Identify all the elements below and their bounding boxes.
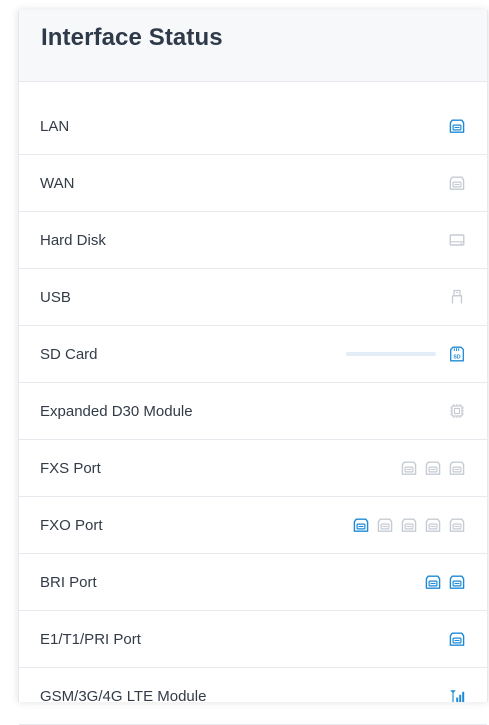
port-icon xyxy=(448,459,466,477)
interface-row: SD Card SD xyxy=(19,326,487,383)
chip-icon xyxy=(448,402,466,420)
interface-label: BRI Port xyxy=(40,573,97,591)
port-icon xyxy=(352,516,370,534)
interface-icons: SD xyxy=(346,345,466,363)
interface-label: USB xyxy=(40,288,71,306)
port-icon xyxy=(448,573,466,591)
svg-text:SD: SD xyxy=(453,354,460,360)
interface-icons xyxy=(400,459,466,477)
sd-card-icon: SD xyxy=(448,345,466,363)
interface-icons xyxy=(424,573,466,591)
interface-icons xyxy=(448,174,466,192)
interface-row: BRI Port xyxy=(19,554,487,611)
interface-icons xyxy=(448,288,466,306)
port-icon xyxy=(376,516,394,534)
interface-status-panel: Interface Status LAN WAN Hard Disk USB S… xyxy=(18,10,488,725)
interface-label: Expanded D30 Module xyxy=(40,402,193,420)
interface-row: GSM/3G/4G LTE Module xyxy=(19,668,487,725)
signal-icon xyxy=(448,687,466,705)
interface-label: FXO Port xyxy=(40,516,103,534)
interface-label: FXS Port xyxy=(40,459,101,477)
port-icon xyxy=(424,516,442,534)
interface-label: E1/T1/PRI Port xyxy=(40,630,141,648)
interface-row: FXS Port xyxy=(19,440,487,497)
interface-label: SD Card xyxy=(40,345,98,363)
hard-disk-icon xyxy=(448,231,466,249)
interface-row: E1/T1/PRI Port xyxy=(19,611,487,668)
panel-title: Interface Status xyxy=(41,24,223,51)
interface-row: FXO Port xyxy=(19,497,487,554)
interface-label: LAN xyxy=(40,117,70,135)
port-icon xyxy=(448,630,466,648)
interface-label: Hard Disk xyxy=(40,231,106,249)
interface-row: USB xyxy=(19,269,487,326)
interface-icons xyxy=(352,516,466,534)
interface-row: Hard Disk xyxy=(19,212,487,269)
interface-row: Expanded D30 Module xyxy=(19,383,487,440)
interface-label: WAN xyxy=(40,174,75,192)
interface-row: LAN xyxy=(19,98,487,155)
usb-icon xyxy=(448,288,466,306)
port-icon xyxy=(448,516,466,534)
interface-icons xyxy=(448,687,466,705)
page-frame: Interface Status LAN WAN Hard Disk USB S… xyxy=(0,0,489,725)
port-icon xyxy=(400,516,418,534)
port-icon xyxy=(424,459,442,477)
interface-row: WAN xyxy=(19,155,487,212)
port-icon xyxy=(424,573,442,591)
interface-icons xyxy=(448,231,466,249)
interface-icons xyxy=(448,117,466,135)
panel-header: Interface Status xyxy=(19,10,487,82)
port-icon xyxy=(448,174,466,192)
port-icon xyxy=(400,459,418,477)
interface-status-list: LAN WAN Hard Disk USB SD Card SD Expande… xyxy=(19,98,487,725)
interface-icons xyxy=(448,630,466,648)
interface-icons xyxy=(448,402,466,420)
port-icon xyxy=(448,117,466,135)
sd-card-usage-bar xyxy=(346,352,436,356)
